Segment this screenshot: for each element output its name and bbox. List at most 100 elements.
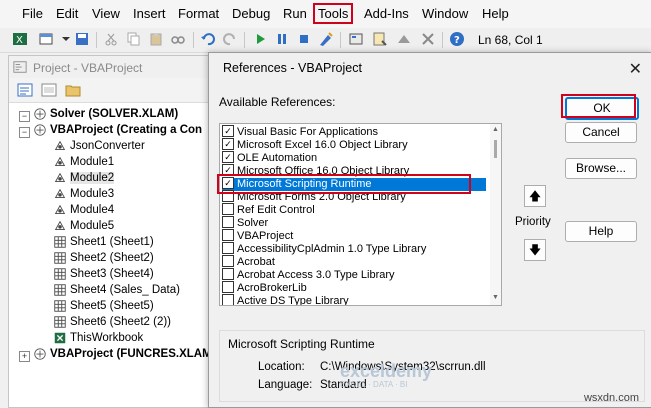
reference-item[interactable]: Ref Edit Control	[222, 203, 486, 217]
excel-view-icon[interactable]: X	[12, 31, 28, 47]
run-icon[interactable]	[252, 31, 268, 47]
find-icon[interactable]	[170, 31, 186, 47]
tree-node-module[interactable]: Module3	[53, 187, 114, 203]
break-icon[interactable]	[274, 31, 290, 47]
module-icon	[54, 156, 66, 166]
module-icon	[54, 140, 66, 150]
undo-icon[interactable]	[200, 31, 216, 47]
scroll-up-icon[interactable]: ▲	[492, 126, 499, 133]
reference-item[interactable]: Acrobat	[222, 255, 486, 269]
scroll-down-icon[interactable]: ▼	[492, 294, 499, 301]
reference-item[interactable]: AcroBrokerLib	[222, 281, 486, 295]
help-button[interactable]: Help	[565, 221, 637, 242]
collapse-expander[interactable]: −	[19, 127, 30, 138]
menu-file[interactable]: File	[22, 6, 43, 21]
reference-name: Microsoft Scripting Runtime	[228, 337, 375, 351]
menu-edit[interactable]: Edit	[56, 6, 78, 21]
redo-icon[interactable]	[222, 31, 238, 47]
object-browser-icon[interactable]	[396, 31, 412, 47]
tree-node-sheet[interactable]: Sheet4 (Sales_ Data)	[53, 283, 180, 299]
design-mode-icon[interactable]	[318, 31, 334, 47]
tree-node-sheet[interactable]: Sheet6 (Sheet2 (2))	[53, 315, 171, 331]
references-list[interactable]: ✓ Visual Basic For Applications ✓ Microsof…	[219, 123, 502, 306]
tree-node-solver[interactable]: Solver (SOLVER.XLAM)	[33, 107, 178, 123]
tree-node-sheet[interactable]: Sheet5 (Sheet5)	[53, 299, 154, 315]
reference-item[interactable]: Acrobat Access 3.0 Type Library	[222, 268, 486, 282]
exceldemy-watermark: exceldemy EXCEL · DATA · BI	[340, 361, 433, 389]
checkbox-checked[interactable]: ✓	[222, 125, 234, 138]
properties-window-icon[interactable]	[372, 31, 388, 47]
worksheet-icon	[54, 268, 66, 280]
priority-up-button[interactable]: 🡅	[524, 185, 546, 207]
cursor-position: Ln 68, Col 1	[478, 33, 543, 47]
tree-node-sheet[interactable]: Sheet1 (Sheet1)	[53, 235, 154, 251]
paste-icon[interactable]	[148, 31, 164, 47]
checkbox[interactable]	[222, 203, 234, 216]
expand-expander[interactable]: +	[19, 351, 30, 362]
checkbox-checked[interactable]: ✓	[222, 138, 234, 151]
browse-button[interactable]: Browse...	[565, 158, 637, 179]
tree-node-sheet[interactable]: Sheet3 (Sheet4)	[53, 267, 154, 283]
checkbox[interactable]	[222, 294, 234, 305]
insert-module-icon[interactable]	[38, 31, 54, 47]
checkbox-checked[interactable]: ✓	[222, 151, 234, 164]
vba-project-icon	[34, 124, 46, 136]
tree-node-module[interactable]: Module4	[53, 203, 114, 219]
reference-item[interactable]: VBAProject	[222, 229, 486, 243]
module-icon	[54, 204, 66, 214]
tree-node-workbook[interactable]: ThisWorkbook	[53, 331, 143, 347]
checkbox[interactable]	[222, 216, 234, 229]
chevron-down-icon[interactable]	[58, 31, 74, 47]
tree-node-module[interactable]: Module1	[53, 155, 114, 171]
worksheet-icon	[54, 300, 66, 312]
language-label: Language:	[258, 379, 313, 391]
tree-node-funcres[interactable]: VBAProject (FUNCRES.XLAM	[33, 347, 212, 363]
reference-details-group: Microsoft Scripting Runtime Location: C:…	[219, 330, 645, 402]
scrollbar-thumb[interactable]	[494, 140, 497, 158]
tree-node-module[interactable]: Module2	[53, 171, 115, 187]
menu-add-ins[interactable]: Add-Ins	[364, 6, 409, 21]
toggle-folders-icon[interactable]	[65, 82, 81, 98]
checkbox[interactable]	[222, 281, 234, 294]
menu-tools[interactable]: Tools	[313, 3, 354, 24]
available-references-label: Available References:	[219, 95, 336, 109]
view-object-icon[interactable]	[41, 82, 57, 98]
tree-node-vbaproject[interactable]: VBAProject (Creating a Con	[33, 123, 202, 139]
checkbox[interactable]	[222, 229, 234, 242]
menu-debug[interactable]: Debug	[232, 6, 270, 21]
close-icon[interactable]: ✕	[629, 59, 642, 79]
tree-node-sheet[interactable]: Sheet2 (Sheet2)	[53, 251, 154, 267]
checkbox[interactable]	[222, 242, 234, 255]
help-icon[interactable]: ?	[449, 31, 465, 47]
references-scrollbar[interactable]: ▲ ▼	[490, 124, 501, 305]
reference-item[interactable]: ✓ OLE Automation	[222, 151, 486, 165]
checkbox[interactable]	[222, 268, 234, 281]
priority-down-button[interactable]: 🡇	[524, 239, 546, 261]
reference-item[interactable]: Solver	[222, 216, 486, 230]
menu-window[interactable]: Window	[422, 6, 468, 21]
cancel-button[interactable]: Cancel	[565, 122, 637, 143]
collapse-expander[interactable]: −	[19, 111, 30, 122]
copy-icon[interactable]	[125, 31, 141, 47]
menu-help[interactable]: Help	[482, 6, 509, 21]
reference-item[interactable]: ✓ Microsoft Excel 16.0 Object Library	[222, 138, 486, 152]
save-icon[interactable]	[74, 31, 90, 47]
reference-item[interactable]: Active DS Type Library	[222, 294, 486, 305]
reference-item[interactable]: AccessibilityCplAdmin 1.0 Type Library	[222, 242, 486, 256]
tree-node-module[interactable]: JsonConverter	[53, 139, 145, 155]
reset-icon[interactable]	[296, 31, 312, 47]
cut-icon[interactable]	[103, 31, 119, 47]
project-explorer-icon[interactable]	[348, 31, 364, 47]
toolbox-icon[interactable]	[420, 31, 436, 47]
arrow-up-icon: 🡅	[528, 189, 542, 203]
standard-toolbar: X ? Ln 68, Col 1	[0, 28, 651, 53]
menu-run[interactable]: Run	[283, 6, 307, 21]
tree-node-module[interactable]: Module5	[53, 219, 114, 235]
menu-insert[interactable]: Insert	[133, 6, 166, 21]
menu-format[interactable]: Format	[178, 6, 219, 21]
checkbox[interactable]	[222, 255, 234, 268]
menu-view[interactable]: View	[92, 6, 120, 21]
view-code-icon[interactable]	[17, 82, 33, 98]
reference-item[interactable]: ✓ Visual Basic For Applications	[222, 125, 486, 139]
module-icon	[54, 172, 66, 182]
